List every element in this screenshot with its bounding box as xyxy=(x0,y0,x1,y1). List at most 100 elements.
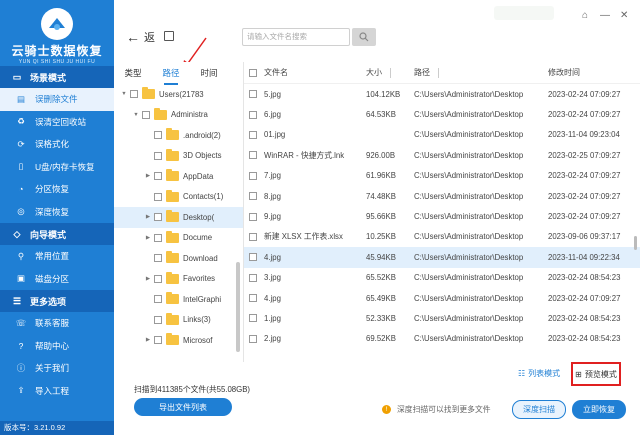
tree-node[interactable]: 3D Objects xyxy=(114,146,243,167)
file-row[interactable]: 1.jpg 52.33KB C:\Users\Administrator\Deskt… xyxy=(244,308,640,328)
tree-checkbox[interactable] xyxy=(154,192,162,201)
expand-toggle-icon[interactable]: ▶ xyxy=(144,214,152,220)
file-checkbox[interactable] xyxy=(249,334,257,343)
file-row[interactable]: 4.jpg 45.94KB C:\Users\Administrator\Deskt… xyxy=(244,247,640,268)
file-modified: 2023-09-06 09:37:17 xyxy=(548,232,621,242)
sidebar-item[interactable]: ▯ U盘/内存卡恢复 xyxy=(0,156,114,179)
sidebar-nav: ▭ 场景模式 ▤ 误删除文件 ♻ 误清空回收站 ⟳ 误格式化 ▯ U盘/内存卡恢复 ◔ 分区恢复 ◎ 深度… xyxy=(0,66,114,402)
back-button[interactable]: ← 返 xyxy=(126,29,155,45)
tree-node[interactable]: ▶ AppData xyxy=(114,166,243,187)
file-checkbox[interactable] xyxy=(249,212,257,221)
file-checkbox[interactable] xyxy=(249,253,257,262)
recover-now-button[interactable]: 立即恢复 xyxy=(572,400,626,419)
tree-node[interactable]: ▼ Users(21783 xyxy=(114,84,243,105)
preview-mode-button[interactable]: ⊞ 预览模式 xyxy=(571,362,621,386)
expand-toggle-icon[interactable]: ▼ xyxy=(132,112,140,118)
export-list-button[interactable]: 导出文件列表 xyxy=(134,398,232,416)
sidebar-item[interactable]: ⇪ 导入工程 xyxy=(0,380,114,403)
tree-node[interactable]: .android(2) xyxy=(114,125,243,146)
file-checkbox[interactable] xyxy=(249,90,257,99)
file-row[interactable]: WinRAR - 快捷方式.lnk 926.00B C:\Users\Adminis… xyxy=(244,145,640,165)
tree-node[interactable]: Links(3) xyxy=(114,310,243,331)
tab[interactable]: 类型 xyxy=(114,67,152,79)
tree-checkbox[interactable] xyxy=(154,131,162,140)
select-all-checkbox[interactable] xyxy=(249,68,257,77)
tree-node[interactable]: ▶ Desktop( xyxy=(114,207,243,228)
search-input[interactable]: 请输入文件名搜索 xyxy=(242,28,350,46)
file-path: C:\Users\Administrator\Desktop xyxy=(414,171,524,181)
tree-checkbox[interactable] xyxy=(142,110,150,119)
expand-toggle-icon[interactable]: ▶ xyxy=(144,276,152,282)
file-checkbox[interactable] xyxy=(249,110,257,119)
search-button[interactable] xyxy=(352,28,376,46)
file-row[interactable]: 8.jpg 74.48KB C:\Users\Administrator\Deskt… xyxy=(244,186,640,206)
tab[interactable]: 时间 xyxy=(190,67,228,79)
column-header-date[interactable]: 修改时间 xyxy=(548,67,636,78)
tree-node[interactable]: ▶ Microsof xyxy=(114,330,243,351)
tree-scrollbar[interactable] xyxy=(236,262,240,352)
file-checkbox[interactable] xyxy=(249,171,257,180)
column-header-path[interactable]: 路径 xyxy=(414,67,548,78)
tab[interactable]: 路径 xyxy=(152,67,190,85)
tree-checkbox[interactable] xyxy=(154,336,162,345)
tree-checkbox[interactable] xyxy=(130,90,138,99)
tree-checkbox[interactable] xyxy=(154,172,162,181)
sidebar-item[interactable]: ⟳ 误格式化 xyxy=(0,133,114,156)
file-list-scrollbar[interactable] xyxy=(634,236,637,250)
sidebar-item[interactable]: ◔ 分区恢复 xyxy=(0,178,114,201)
tree-node[interactable]: Download xyxy=(114,248,243,269)
expand-toggle-icon[interactable]: ▼ xyxy=(120,91,128,97)
sidebar-item[interactable]: ⓘ 关于我们 xyxy=(0,357,114,380)
tree-checkbox[interactable] xyxy=(154,213,162,222)
file-row[interactable]: 新建 XLSX 工作表.xlsx 10.25KB C:\Users\Administ… xyxy=(244,227,640,247)
deep-scan-button[interactable]: 深度扫描 xyxy=(512,400,566,419)
sidebar-item[interactable]: ▣ 磁盘分区 xyxy=(0,268,114,291)
sidebar-item[interactable]: ♻ 误清空回收站 xyxy=(0,111,114,134)
list-mode-button[interactable]: ☷ 列表模式 xyxy=(518,368,560,379)
sidebar-item[interactable]: ▤ 误删除文件 xyxy=(0,88,114,111)
file-row[interactable]: 9.jpg 95.66KB C:\Users\Administrator\Deskt… xyxy=(244,206,640,226)
column-header-size[interactable]: 大小 xyxy=(366,67,414,78)
file-checkbox[interactable] xyxy=(249,130,257,139)
file-checkbox[interactable] xyxy=(249,192,257,201)
file-row[interactable]: 01.jpg C:\Users\Administrator\Desktop 2023… xyxy=(244,125,640,145)
tree-node[interactable]: ▶ Docume xyxy=(114,228,243,249)
tree-node[interactable]: IntelGraphi xyxy=(114,289,243,310)
tree-node[interactable]: ▶ Favorites xyxy=(114,269,243,290)
tree-node[interactable]: ▼ Administra xyxy=(114,105,243,126)
tree-checkbox[interactable] xyxy=(154,315,162,324)
minimize-icon[interactable]: — xyxy=(600,10,610,21)
file-checkbox[interactable] xyxy=(249,294,257,303)
file-row[interactable]: 3.jpg 65.52KB C:\Users\Administrator\Deskt… xyxy=(244,268,640,288)
expand-toggle-icon[interactable]: ▶ xyxy=(144,173,152,179)
tree-checkbox[interactable] xyxy=(154,254,162,263)
file-row[interactable]: 2.jpg 69.52KB C:\Users\Administrator\Deskt… xyxy=(244,329,640,349)
sidebar-item[interactable]: ◎ 深度恢复 xyxy=(0,201,114,224)
file-row[interactable]: 4.jpg 65.49KB C:\Users\Administrator\Deskt… xyxy=(244,288,640,308)
close-icon[interactable]: ✕ xyxy=(620,10,628,21)
tree-checkbox[interactable] xyxy=(154,274,162,283)
file-row[interactable]: 6.jpg 64.53KB C:\Users\Administrator\Deskt… xyxy=(244,104,640,124)
preview-mode-label: 预览模式 xyxy=(584,369,617,379)
file-size: 10.25KB xyxy=(366,232,396,242)
file-checkbox[interactable] xyxy=(249,273,257,282)
sidebar-item[interactable]: ? 帮助中心 xyxy=(0,335,114,358)
tree-node[interactable]: Contacts(1) xyxy=(114,187,243,208)
sidebar-item-label: 导入工程 xyxy=(35,385,70,396)
sidebar-item[interactable]: ☏ 联系客服 xyxy=(0,312,114,335)
tree-checkbox[interactable] xyxy=(154,151,162,160)
file-checkbox[interactable] xyxy=(249,314,257,323)
column-header-name[interactable]: 文件名 xyxy=(264,67,366,78)
file-row[interactable]: 5.jpg 104.12KB C:\Users\Administrator\Desk… xyxy=(244,84,640,104)
tree-checkbox[interactable] xyxy=(154,295,162,304)
tree-checkbox[interactable] xyxy=(154,233,162,242)
home-icon[interactable] xyxy=(164,31,174,41)
sidebar-item[interactable]: ⚲ 常用位置 xyxy=(0,245,114,268)
file-name: 新建 XLSX 工作表.xlsx xyxy=(264,232,343,242)
file-checkbox[interactable] xyxy=(249,151,257,160)
expand-toggle-icon[interactable]: ▶ xyxy=(144,235,152,241)
skin-icon[interactable]: ⌂ xyxy=(582,10,588,21)
file-row[interactable]: 7.jpg 61.96KB C:\Users\Administrator\Deskt… xyxy=(244,166,640,186)
file-checkbox[interactable] xyxy=(249,232,257,241)
expand-toggle-icon[interactable]: ▶ xyxy=(144,337,152,343)
